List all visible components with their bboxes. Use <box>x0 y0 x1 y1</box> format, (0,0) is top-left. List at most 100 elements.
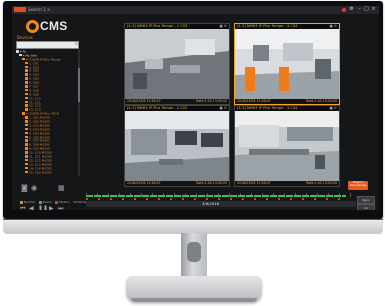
app-tab-marker[interactable] <box>14 7 26 12</box>
camera-view-1[interactable]: [4-3] NMH3 IP Plus Tempe - 1 C03 ▣ ⊙ 201… <box>124 23 230 105</box>
window-title[interactable]: Search 1 × <box>28 6 50 13</box>
camera-status-icon <box>25 120 28 123</box>
camera-view-3[interactable]: [4-3] NMH3 IP Plus Tempe - 2 C02 ▣ ⊙ 201… <box>124 105 230 187</box>
tree-item-label: ▾ All <box>20 50 27 54</box>
tree-item-label: 13. C13 M3205 <box>29 162 52 167</box>
tree-item-label: 14. C14 M3205 <box>29 166 52 170</box>
tree-item-label: 9. C09 <box>29 92 39 97</box>
close-icon[interactable]: × <box>371 7 376 12</box>
tree-item-label: 2. C02 M3205 <box>29 120 50 124</box>
tree-item-label: ▾ CCNVR IP Plus 32CH <box>26 112 59 116</box>
camera-timestamp: 2018/03/09 11:56:07 <box>237 181 271 185</box>
camera-view-2[interactable]: [4-3] NMH3 IP Plus Tempe - 4 C04 ▣ ⊙ 201… <box>234 23 340 105</box>
minimize-icon[interactable]: – <box>357 7 362 12</box>
camera-image-room <box>125 29 229 99</box>
timeline-motion-track[interactable] <box>86 198 346 200</box>
camera-timestamp: 2018/03/09 11:56:07 <box>237 99 271 103</box>
tree-item-label: 10. C10 <box>29 96 41 100</box>
tree-item-label: 12. C12 <box>29 104 41 108</box>
cms-logo-text: CMS <box>40 19 68 33</box>
timeline-scrubber[interactable] <box>86 201 356 207</box>
skip-forward-icon[interactable]: ⏭ <box>58 205 63 210</box>
camera-image-office <box>125 111 229 181</box>
camera-image-workbench <box>235 111 339 181</box>
camera-timestamp: 2018/03/09 11:56:07 <box>127 181 161 185</box>
legend-label: Motion <box>59 200 70 204</box>
record-indicator-icon <box>342 8 346 12</box>
tree-item-label: 3. C03 M3205 <box>29 123 50 128</box>
camera-rate: Rate:1.00 13:00:00 <box>306 181 337 185</box>
legend-item-normal: Normal <box>20 200 35 204</box>
camera-status-icon <box>25 81 28 84</box>
skip-back-icon[interactable]: ⏮ <box>20 205 25 210</box>
camera-status-icon <box>25 65 28 69</box>
camera-status-icon <box>25 92 28 96</box>
camera-rate: Rate:1.00 13:00:00 <box>196 181 227 185</box>
legend-swatch <box>55 200 59 204</box>
cms-logo-icon <box>26 20 39 33</box>
camera-status-icon <box>25 85 28 88</box>
camera-status-icon <box>25 158 28 162</box>
monitor-bezel: Search 1 × ⚙ – □ × CMS Devices ⌕ ▾ All ▾ … <box>3 1 383 219</box>
camera-status-icon <box>25 135 28 139</box>
rewind-icon[interactable]: ◀ <box>29 205 34 210</box>
sync-button[interactable]: Sync <box>357 196 375 204</box>
record-icon[interactable]: ◉ <box>31 184 37 192</box>
tree-item-label: 15. C15 M3205 <box>29 170 52 174</box>
camera-status-icon <box>25 162 28 166</box>
tree-item-label: 2. C02 <box>29 65 39 69</box>
tree-item-label: 4. C04 <box>29 73 39 77</box>
tree-item-label: 6. C06 M3205 <box>29 135 50 139</box>
camera-status-icon <box>25 96 28 100</box>
tree-scrollbar-thumb[interactable] <box>78 68 80 102</box>
legend-label: Event <box>42 200 52 204</box>
camera-timestamp: 2018/03/09 11:56:07 <box>127 99 161 103</box>
cable-hole <box>187 242 201 262</box>
timeline-normal-track[interactable] <box>86 195 346 197</box>
camera-status-icon <box>25 88 28 92</box>
camera-status-icon <box>25 108 28 111</box>
calendar-icon[interactable]: ▦ <box>58 184 65 192</box>
pause-icon[interactable]: ❚❚ <box>38 205 48 210</box>
camera-status-icon <box>25 69 28 72</box>
camera-status-icon <box>25 170 28 174</box>
camera-status-icon <box>25 116 28 119</box>
legend-swatch <box>20 200 23 204</box>
tree-item-label: 11. C11 M3205 <box>29 155 52 159</box>
tree-item-label: ▾ CCNVR IP Plus Tempe <box>26 57 61 62</box>
camera-status-icon <box>22 112 25 115</box>
tree-item-label: 9. C09 M3205 <box>29 147 50 151</box>
tree-item-label: 3. C03 <box>29 69 39 73</box>
tree-item-label: 7. C07 <box>29 85 39 89</box>
tree-item-label: 12. C12 M3205 <box>29 158 52 163</box>
legend-label: 00:00:00 <box>73 200 88 204</box>
legend-item-time: 00:00:00 <box>74 200 87 204</box>
play-icon[interactable]: ▶ <box>49 205 54 210</box>
maximize-icon[interactable]: □ <box>364 7 369 12</box>
monitor-screen: Search 1 × ⚙ – □ × CMS Devices ⌕ ▾ All ▾ … <box>12 6 379 210</box>
monitor-scene: Search 1 × ⚙ – □ × CMS Devices ⌕ ▾ All ▾ … <box>0 0 385 306</box>
timeline-legend: Normal Event Motion 00:00:00 <box>20 200 87 204</box>
camera-status-icon <box>22 57 25 61</box>
devices-panel-label: Devices <box>17 35 33 40</box>
device-search-input[interactable] <box>16 41 79 49</box>
camera-view-4[interactable]: [4-3] NMH3 IP Plus Tempe - 3 C04 ▣ ⊙ 201… <box>234 105 340 187</box>
camera-status-icon <box>25 77 28 80</box>
speed-button[interactable]: 1x <box>357 204 375 210</box>
tree-item-label: 6. C06 <box>29 81 39 85</box>
legend-swatch <box>38 200 42 204</box>
tree-item[interactable]: 15. C15 M3205 <box>16 170 76 175</box>
tree-item-label: ▾ My Site <box>23 53 37 58</box>
search-icon[interactable]: ⌕ <box>75 42 78 47</box>
timeline-date: 3/9/2018 <box>202 201 220 206</box>
settings-icon[interactable]: ⚙ <box>349 7 354 12</box>
camera-status-icon <box>19 53 22 57</box>
snapshot-icon[interactable]: ◙ <box>21 184 28 192</box>
tree-item-label: 1. C01 M3205 <box>29 116 50 120</box>
export-recordings-button[interactable]: Export Recordings <box>348 180 368 190</box>
tree-item-label: 1. C01 <box>29 61 39 65</box>
camera-status-icon <box>25 100 28 104</box>
tree-item-label: 8. C08 <box>29 88 39 93</box>
camera-status-icon <box>25 127 28 131</box>
legend-label: Normal <box>24 200 35 204</box>
